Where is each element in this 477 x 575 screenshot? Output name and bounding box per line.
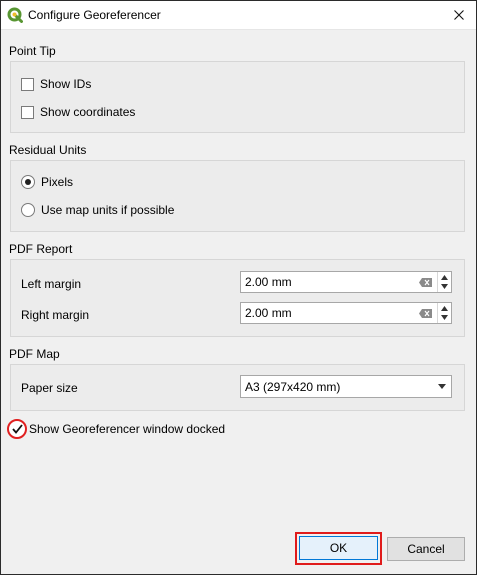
right-margin-label: Right margin	[21, 308, 90, 322]
pdf-map-title: PDF Map	[9, 347, 60, 361]
chevron-down-icon	[433, 384, 451, 389]
spin-down-icon[interactable]	[441, 284, 448, 289]
spin-up-icon[interactable]	[441, 306, 448, 311]
map-units-radio[interactable]	[21, 203, 35, 217]
title-bar: Configure Georeferencer	[1, 1, 476, 30]
left-margin-spinbox[interactable]: 2.00 mm	[240, 271, 452, 293]
docked-checkbox[interactable]	[7, 419, 27, 439]
paper-size-label: Paper size	[21, 381, 78, 395]
right-margin-spinbox[interactable]: 2.00 mm	[240, 302, 452, 324]
spin-down-icon[interactable]	[441, 315, 448, 320]
right-margin-spin-arrows[interactable]	[437, 303, 451, 323]
paper-size-dropdown[interactable]: A3 (297x420 mm)	[240, 375, 452, 398]
show-coordinates-checkbox[interactable]	[21, 105, 34, 119]
clear-right-margin-icon[interactable]	[417, 306, 433, 320]
right-margin-value: 2.00 mm	[245, 306, 292, 320]
left-margin-value: 2.00 mm	[245, 275, 292, 289]
qgis-logo-icon	[7, 7, 23, 23]
configure-georeferencer-dialog: Configure Georeferencer Point Tip Show I…	[0, 0, 477, 575]
pixels-radio[interactable]	[21, 175, 35, 189]
ok-button[interactable]: OK	[299, 536, 378, 560]
clear-left-margin-icon[interactable]	[417, 275, 433, 289]
window-title: Configure Georeferencer	[28, 8, 161, 22]
docked-label: Show Georeferencer window docked	[29, 422, 226, 436]
spin-up-icon[interactable]	[441, 275, 448, 280]
map-units-label: Use map units if possible	[41, 203, 175, 217]
pdf-report-title: PDF Report	[9, 242, 73, 256]
show-ids-checkbox-row[interactable]: Show IDs	[21, 77, 91, 91]
docked-checkbox-row[interactable]: Show Georeferencer window docked	[7, 419, 225, 439]
close-button[interactable]	[442, 1, 476, 29]
pixels-label: Pixels	[41, 175, 74, 189]
show-coordinates-label: Show coordinates	[40, 105, 136, 119]
paper-size-value: A3 (297x420 mm)	[245, 379, 341, 394]
close-icon	[454, 10, 464, 20]
show-ids-checkbox[interactable]	[21, 77, 34, 91]
show-ids-label: Show IDs	[40, 77, 92, 91]
point-tip-title: Point Tip	[9, 44, 56, 58]
residual-units-title: Residual Units	[9, 143, 87, 157]
cancel-button[interactable]: Cancel	[387, 537, 465, 561]
map-units-radio-row[interactable]: Use map units if possible	[21, 203, 174, 217]
point-tip-group	[10, 61, 465, 133]
show-coordinates-checkbox-row[interactable]: Show coordinates	[21, 105, 135, 119]
left-margin-label: Left margin	[21, 277, 82, 291]
residual-units-group	[10, 160, 465, 232]
checkmark-icon	[11, 424, 23, 434]
pixels-radio-row[interactable]: Pixels	[21, 175, 73, 189]
left-margin-spin-arrows[interactable]	[437, 272, 451, 292]
